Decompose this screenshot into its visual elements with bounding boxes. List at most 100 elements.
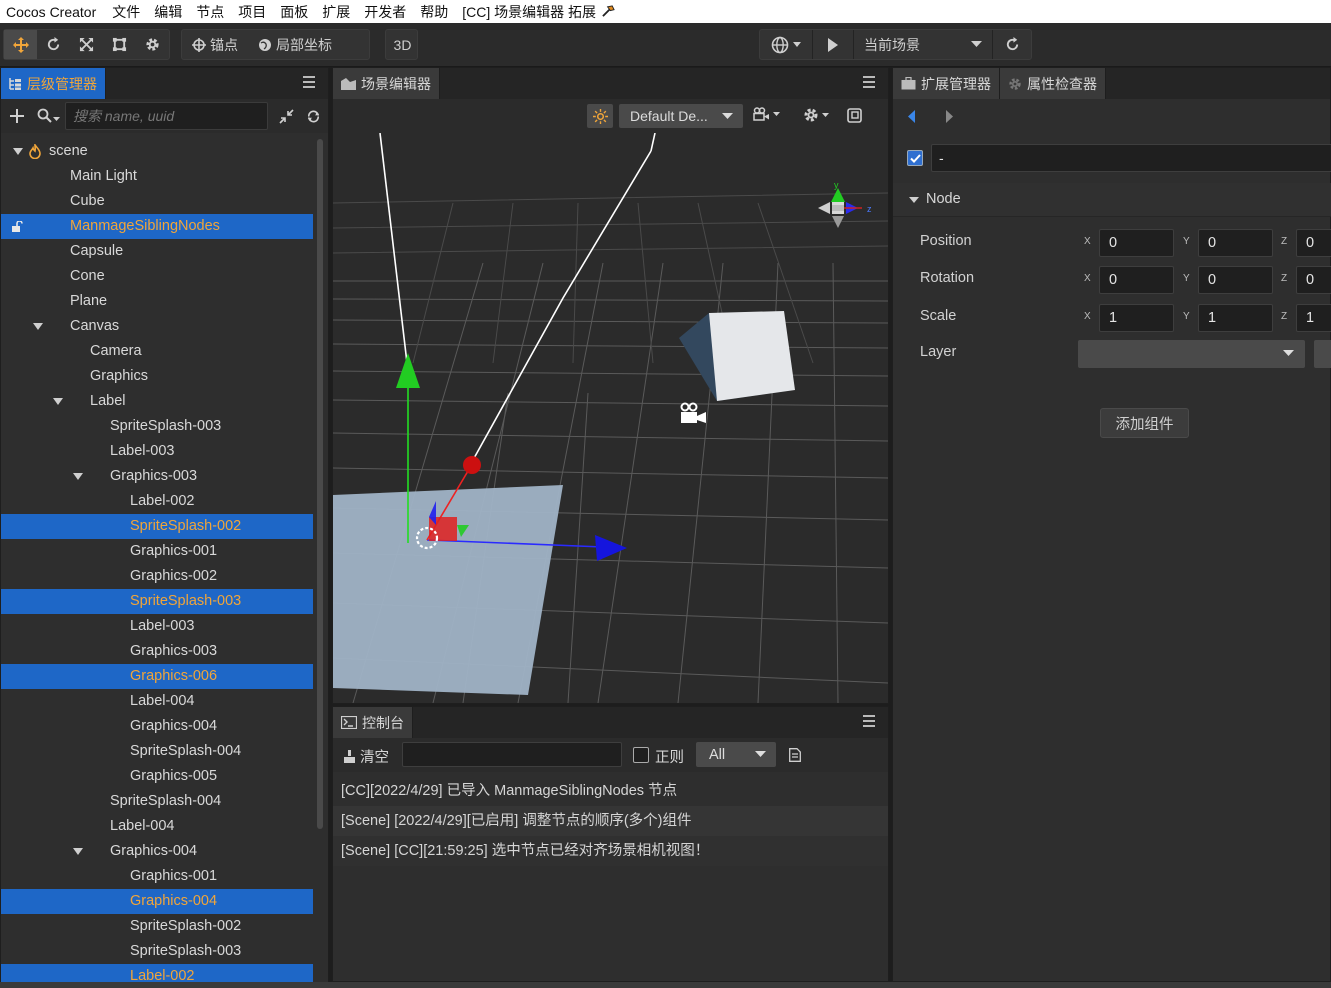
expand-arrow-icon[interactable] [73,473,83,480]
scene-settings-button[interactable] [803,107,829,123]
menu-extension[interactable]: 扩展 [315,2,357,22]
tree-node[interactable]: Capsule [1,239,313,264]
expand-arrow-icon[interactable] [73,848,83,855]
position-y-input[interactable]: 0 [1198,229,1273,257]
transform-settings-button[interactable] [136,30,169,59]
log-level-select[interactable]: All [696,742,776,767]
tree-node[interactable]: SpriteSplash-002 [1,914,313,939]
tree-node[interactable]: Graphics-005 [1,764,313,789]
tab-extension-manager[interactable]: 扩展管理器 [893,68,1000,99]
scene-select[interactable]: 当前场景 [854,30,992,59]
tree-node[interactable]: Label-002 [1,489,313,514]
menu-panel[interactable]: 面板 [273,2,315,22]
tree-node[interactable]: Graphics-004 [1,889,313,914]
hierarchy-search-input[interactable]: 搜索 name, uuid [65,102,268,130]
scale-z-input[interactable]: 1 [1296,304,1331,332]
console-filter-input[interactable] [402,742,622,767]
layer-select[interactable] [1078,340,1305,368]
node-name-input[interactable]: - [931,144,1331,172]
tree-node[interactable]: Main Light [1,164,313,189]
menu-edit[interactable]: 编辑 [147,2,189,22]
position-x-input[interactable]: 0 [1099,229,1174,257]
refresh-icon[interactable] [306,109,321,124]
node-active-checkbox[interactable] [907,150,923,166]
add-component-button[interactable]: 添加组件 [1100,408,1189,438]
scene-light-toggle[interactable] [587,104,613,128]
rotation-y-input[interactable]: 0 [1198,266,1273,294]
layer-edit-button[interactable] [1314,340,1331,368]
tree-node[interactable]: SpriteSplash-004 [1,789,313,814]
search-type-select[interactable] [37,108,60,123]
tab-hierarchy[interactable]: 层级管理器 [1,68,106,99]
tree-node[interactable]: Graphics-006 [1,664,313,689]
position-z-input[interactable]: 0 [1296,229,1331,257]
tree-node[interactable]: ManmageSiblingNodes [1,214,313,239]
tree-node[interactable]: Graphics-001 [1,539,313,564]
menu-file[interactable]: 文件 [105,2,147,22]
forward-arrow-icon[interactable] [945,110,953,123]
tree-node[interactable]: scene [1,139,313,164]
menu-extension-title[interactable]: [CC] 场景编辑器 拓展 [455,2,622,22]
tree-node[interactable]: Label-003 [1,614,313,639]
tab-console[interactable]: 控制台 [333,707,413,738]
tree-node[interactable]: Graphics-001 [1,864,313,889]
play-button[interactable] [813,30,853,59]
panel-menu-icon[interactable] [862,714,876,728]
expand-arrow-icon[interactable] [33,323,43,330]
node-section-header[interactable]: Node [893,183,1331,217]
collapse-all-icon[interactable] [279,109,294,124]
scale-tool-button[interactable] [70,30,103,59]
tab-inspector[interactable]: 属性检查器 [1000,68,1106,99]
tree-node[interactable]: Graphics-003 [1,464,313,489]
camera-select[interactable]: Default De... [619,104,743,128]
tree-node[interactable]: SpriteSplash-004 [1,739,313,764]
tree-node[interactable]: Graphics-004 [1,714,313,739]
camera-options-button[interactable] [753,107,780,121]
tree-node[interactable]: Label-003 [1,439,313,464]
regex-checkbox[interactable] [633,747,649,763]
rotation-x-input[interactable]: 0 [1099,266,1174,294]
panel-menu-icon[interactable] [862,75,876,89]
menu-help[interactable]: 帮助 [413,2,455,22]
log-entry[interactable]: [Scene] [2022/4/29][已启用] 调整节点的顺序(多个)组件 [333,806,888,836]
add-node-icon[interactable] [10,109,24,123]
tree-node[interactable]: Label [1,389,313,414]
local-coord-toggle[interactable]: 局部坐标 [248,30,342,59]
mode-3d-button[interactable]: 3D [386,30,419,59]
menu-node[interactable]: 节点 [189,2,231,22]
tree-node[interactable]: SpriteSplash-003 [1,589,313,614]
tree-node[interactable]: Graphics-004 [1,839,313,864]
tree-node[interactable]: Plane [1,289,313,314]
move-tool-button[interactable] [4,30,37,59]
menu-project[interactable]: 项目 [231,2,273,22]
scene-viewport[interactable]: y z [333,133,888,703]
refresh-button[interactable] [993,30,1031,59]
menu-developer[interactable]: 开发者 [357,2,413,22]
tree-node[interactable]: Cone [1,264,313,289]
tree-node[interactable]: Cube [1,189,313,214]
tab-scene-editor[interactable]: 场景编辑器 [333,68,440,99]
clear-button[interactable]: 清空 [343,746,389,767]
scale-x-input[interactable]: 1 [1099,304,1174,332]
back-arrow-icon[interactable] [908,110,916,123]
rotate-tool-button[interactable] [37,30,70,59]
tree-node[interactable]: Canvas [1,314,313,339]
tree-node[interactable]: Graphics-002 [1,564,313,589]
tree-node[interactable]: Graphics [1,364,313,389]
expand-arrow-icon[interactable] [13,148,23,155]
tree-node[interactable]: SpriteSplash-003 [1,939,313,964]
log-entry[interactable]: [Scene] [CC][21:59:25] 选中节点已经对齐场景相机视图！ [333,836,888,866]
anchor-toggle[interactable]: 锚点 [182,30,248,59]
rect-tool-button[interactable] [103,30,136,59]
scale-y-input[interactable]: 1 [1198,304,1273,332]
tree-node[interactable]: Label-004 [1,814,313,839]
tree-node[interactable]: Graphics-003 [1,639,313,664]
maximize-icon[interactable] [847,108,862,123]
rotation-z-input[interactable]: 0 [1296,266,1331,294]
log-entry[interactable]: [CC][2022/4/29] 已导入 ManmageSiblingNodes … [333,776,888,806]
hierarchy-scrollbar[interactable] [317,139,323,829]
tree-node[interactable]: Label-004 [1,689,313,714]
tree-node[interactable]: SpriteSplash-002 [1,514,313,539]
lock-icon[interactable] [12,221,24,232]
tree-node[interactable]: SpriteSplash-003 [1,414,313,439]
